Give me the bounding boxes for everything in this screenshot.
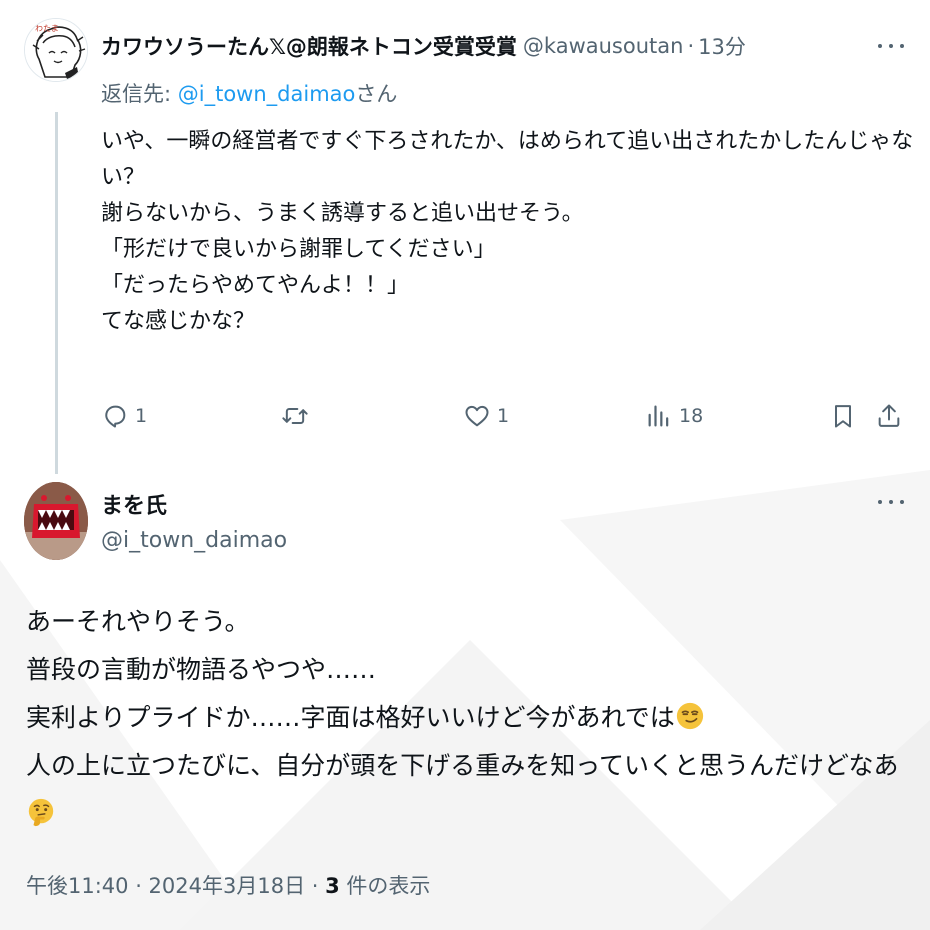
tweet-text-line: てな感じかな？ [101,309,256,334]
like-button[interactable]: 1 [463,396,509,436]
tweet-text-line: 普段の言動が物語るやつや…… [26,655,377,684]
tweet-thread: わたま カワウソうーたん𝕏@朗報ネトコン受賞受賞 @kawausoutan · … [0,0,930,930]
smirking-face-icon [676,702,703,730]
display-name[interactable]: カワウソうーたん𝕏@朗報ネトコン受賞受賞 [101,31,517,61]
reply-suffix: さん [355,82,398,106]
red-monster-avatar-icon [24,482,88,560]
cartoon-avatar-icon: わたま [25,19,87,81]
thinking-face-icon [28,798,54,827]
tweet-text-line: 実利よりプライドか……字面は格好いいけど今があれでは [26,694,916,742]
svg-text:わたま: わたま [35,24,59,33]
tweet-text-line: いや、一瞬の経営者ですぐ下ろされたか、はめられて追い出されたかしたんじゃな [101,129,914,154]
reply-icon [105,405,126,428]
bar-chart-icon [648,405,669,427]
views-button[interactable]: 18 [645,396,703,436]
bookmark-icon [835,405,851,428]
tweet-text-segment: 実利よりプライドか……字面は格好いいけど今があれでは [26,703,675,732]
more-options-icon[interactable] [874,36,908,56]
views-count: 18 [679,405,704,427]
reply-prefix: 返信先: [101,82,178,106]
action-bar: 1 1 18 [101,396,909,436]
tweet-text-line: あーそれやりそう。 [26,607,250,636]
view-count: 3 [325,874,340,898]
heart-icon [465,405,489,427]
tweet-text-line: 謝らないから、うまく誘導すると追い出せそう。 [101,201,584,226]
tweet-header: カワウソうーたん𝕏@朗報ネトコン受賞受賞 @kawausoutan · 13分 [101,30,746,62]
reply-mention-link[interactable]: @i_town_daimao [178,82,356,106]
tweet-timestamp[interactable]: 午後11:40 · 2024年3月18日 · [26,874,325,898]
reply-button[interactable]: 1 [101,396,147,436]
user-handle[interactable]: @i_town_daimao [101,528,287,553]
tweet-text-line: 「だったらやめてやんよ！！」 [101,273,410,298]
reply-to-line: 返信先: @i_town_daimaoさん [101,78,397,108]
retweet-button[interactable] [281,396,315,436]
share-button[interactable] [875,396,903,436]
tweet-text-line: 人の上に立つたびに、自分が頭を下げる重みを知っていくと思うんだけどなあ [26,751,899,780]
thread-connector-line [55,112,58,474]
tweet-text-line: い？ [101,165,146,190]
retweet-icon [282,408,308,424]
view-label: 件の表示 [339,874,431,898]
avatar[interactable] [24,482,88,560]
share-icon [878,404,900,427]
user-handle[interactable]: @kawausoutan [523,34,684,58]
tweet-text: あーそれやりそう。 普段の言動が物語るやつや…… 実利よりプライドか……字面は格… [26,598,916,838]
tweet-text: いや、一瞬の経営者ですぐ下ろされたか、はめられて追い出されたかしたんじゃな い？… [101,124,914,340]
tweet-text-line: 「形だけで良いから謝罪してください」 [101,237,496,262]
like-count: 1 [497,405,510,427]
display-name[interactable]: まを氏 [101,488,167,520]
timestamp-link[interactable]: 13分 [698,31,746,61]
reply-count: 1 [135,405,148,427]
tweet-text-line [26,790,916,838]
more-options-icon[interactable] [874,492,908,512]
separator-dot: · [687,34,695,58]
avatar[interactable]: わたま [24,18,88,82]
tweet-meta: 午後11:40 · 2024年3月18日 · 3 件の表示 [26,870,430,900]
bookmark-button[interactable] [829,396,857,436]
